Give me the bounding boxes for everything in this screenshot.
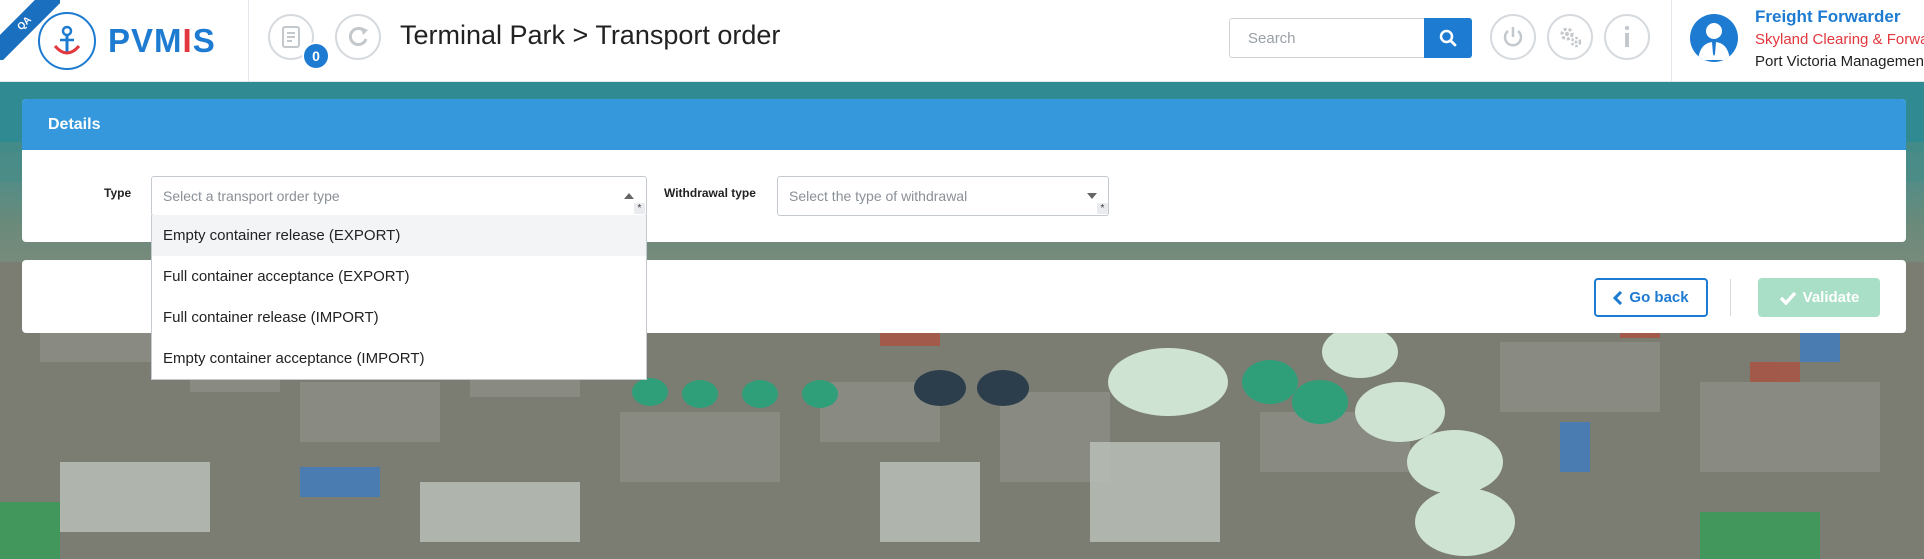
chevron-down-icon <box>1087 193 1097 199</box>
user-avatar-icon <box>1698 23 1730 60</box>
info-icon <box>1624 25 1630 47</box>
actions-separator <box>1730 279 1731 316</box>
dropdown-option[interactable]: Full container acceptance (EXPORT) <box>152 256 646 297</box>
search-input[interactable] <box>1229 18 1425 58</box>
header-divider <box>248 0 249 82</box>
anchor-logo-icon <box>38 12 96 70</box>
dropdown-option[interactable]: Full container release (IMPORT) <box>152 297 646 338</box>
type-dropdown-menu: Empty container release (EXPORT) Full co… <box>151 215 647 380</box>
document-icon <box>282 26 300 48</box>
withdrawal-type-label: Withdrawal type <box>664 186 756 200</box>
page-title: Terminal Park > Transport order <box>400 20 781 50</box>
user-role: Freight Forwarder <box>1755 7 1901 26</box>
refresh-button[interactable] <box>335 14 381 60</box>
refresh-icon <box>348 27 368 46</box>
logout-button[interactable] <box>1490 14 1536 60</box>
type-select-placeholder: Select a transport order type <box>163 188 340 204</box>
user-avatar[interactable] <box>1690 14 1738 62</box>
go-back-label: Go back <box>1629 289 1689 306</box>
search-button[interactable] <box>1424 18 1472 58</box>
brand-logo-link[interactable]: PVMIS <box>38 12 216 70</box>
type-select[interactable]: Select a transport order type * <box>151 176 647 216</box>
notification-count-badge: 0 <box>302 42 330 70</box>
withdrawal-type-select[interactable]: Select the type of withdrawal * <box>777 176 1109 216</box>
power-icon <box>1503 27 1523 47</box>
required-mark: * <box>634 203 645 214</box>
search-icon <box>1439 29 1457 47</box>
dropdown-option[interactable]: Empty container acceptance (IMPORT) <box>152 338 646 379</box>
required-mark: * <box>1097 203 1108 214</box>
chevron-up-icon <box>624 193 634 199</box>
details-card-title: Details <box>22 99 1906 150</box>
brand-name: PVMIS <box>108 22 216 59</box>
gears-icon <box>1560 27 1582 48</box>
validate-label: Validate <box>1802 289 1860 306</box>
settings-button[interactable] <box>1547 14 1593 60</box>
dropdown-option[interactable]: Empty container release (EXPORT) <box>152 215 646 256</box>
user-company: Skyland Clearing & Forwarding <box>1755 31 1924 48</box>
withdrawal-select-placeholder: Select the type of withdrawal <box>789 188 968 204</box>
header-divider-right <box>1671 0 1672 82</box>
validate-button[interactable]: Validate <box>1758 278 1880 317</box>
top-header: QA PVMIS 0 Terminal Park > Transport ord… <box>0 0 1924 82</box>
type-label: Type <box>104 186 132 200</box>
user-organization: Port Victoria Management <box>1755 53 1924 70</box>
check-icon <box>1779 291 1796 305</box>
go-back-button[interactable]: Go back <box>1594 278 1708 317</box>
info-button[interactable] <box>1604 14 1650 60</box>
chevron-left-icon <box>1613 290 1623 305</box>
